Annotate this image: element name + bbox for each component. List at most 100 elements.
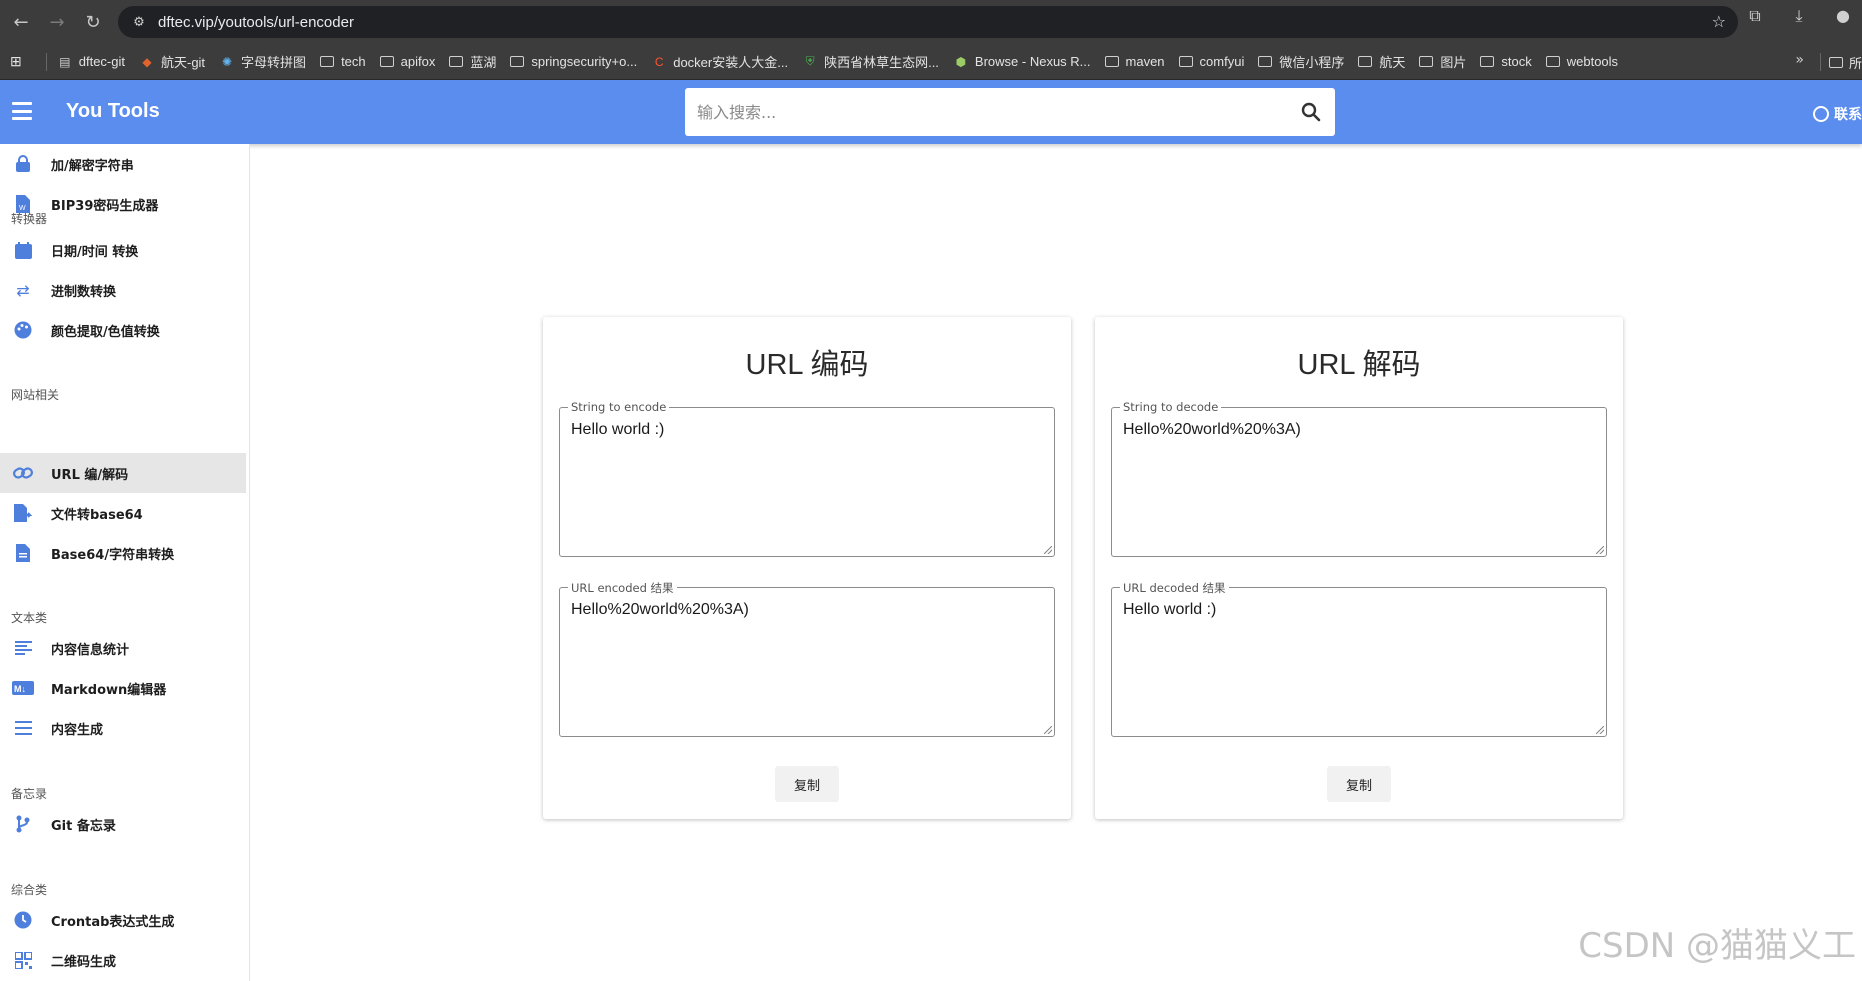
bookmark-0[interactable]: ▤ dftec-git	[57, 54, 125, 69]
folder-icon	[1104, 56, 1119, 67]
gitlab-icon: ◆	[142, 54, 152, 69]
other-bookmarks-folder[interactable]: 所	[1812, 44, 1862, 80]
folder-icon	[1178, 56, 1193, 67]
section-title-misc: 综合类	[11, 883, 48, 897]
bookmark-11[interactable]: comfyui	[1178, 54, 1244, 69]
swap-icon: ⇄	[16, 280, 30, 300]
sidebar-item-text-stats[interactable]: 内容信息统计	[0, 628, 246, 668]
bookmark-label: 航天	[1379, 55, 1406, 70]
app-header: You Tools 联系	[0, 80, 1862, 144]
apps-icon[interactable]: ⊞	[10, 53, 22, 70]
download-icon[interactable]: ⤓	[1788, 6, 1810, 26]
bookmark-6[interactable]: springsecurity+o...	[510, 54, 637, 69]
sidebar-item-crontab[interactable]: Crontab表达式生成	[0, 900, 246, 940]
lock-icon	[12, 153, 34, 175]
folder-icon	[1358, 56, 1373, 67]
more-bookmarks-button[interactable]: »	[1795, 52, 1804, 68]
bookmark-7[interactable]: Cdocker安装人大金...	[651, 52, 788, 71]
bookmark-9[interactable]: ⬢ Browse - Nexus R...	[953, 54, 1091, 69]
folder-icon	[1545, 56, 1560, 67]
extensions-icon[interactable]: ⧉	[1744, 6, 1766, 26]
resize-handle-icon[interactable]	[1596, 546, 1604, 554]
bookmark-14[interactable]: 图片	[1419, 52, 1466, 71]
string-to-decode-value[interactable]: Hello%20world%20%3A)	[1123, 421, 1301, 439]
string-to-decode-field[interactable]: String to decode Hello%20world%20%3A)	[1111, 400, 1607, 557]
palette-icon	[12, 319, 34, 341]
sidebar-item-markdown[interactable]: M↓ Markdown编辑器	[0, 668, 246, 708]
sidebar-item-url-encode[interactable]: URL 编/解码	[0, 453, 246, 493]
bookmark-label: 蓝湖	[470, 55, 497, 70]
bookmark-label: apifox	[400, 54, 436, 69]
resize-handle-icon[interactable]	[1044, 726, 1052, 734]
page-icon: ▤	[59, 54, 71, 69]
encode-copy-button[interactable]: 复制	[775, 766, 839, 802]
clock-icon	[12, 909, 34, 931]
bookmark-15[interactable]: stock	[1480, 54, 1532, 69]
sidebar-item-qrcode[interactable]: 二维码生成	[0, 940, 246, 980]
decode-copy-button[interactable]: 复制	[1327, 766, 1391, 802]
sidebar-item-content-gen[interactable]: 内容生成	[0, 708, 246, 748]
url-decoded-result-field[interactable]: URL decoded 结果 Hello world :)	[1111, 580, 1607, 737]
bookmark-8[interactable]: ⛨ 陕西省林草生态网...	[802, 52, 939, 71]
app-title[interactable]: You Tools	[66, 100, 160, 123]
bookmark-10[interactable]: maven	[1104, 54, 1165, 69]
url-encoded-result-value[interactable]: Hello%20world%20%3A)	[571, 601, 749, 619]
url-decoded-result-value[interactable]: Hello world :)	[1123, 601, 1216, 619]
file-export-icon	[12, 502, 34, 524]
bookmark-label: 微信小程序	[1279, 55, 1345, 70]
sidebar-item-datetime[interactable]: 日期/时间 转换	[0, 230, 246, 270]
folder-icon	[449, 56, 464, 67]
markdown-icon: M↓	[12, 677, 34, 699]
back-button[interactable]: ←	[6, 7, 36, 37]
sidebar-item-encrypt-string[interactable]: 加/解密字符串	[0, 144, 246, 184]
section-title-web: 网站相关	[11, 388, 60, 402]
section-title-converters: 转换器	[11, 212, 48, 226]
string-to-encode-field[interactable]: String to encode Hello world :)	[559, 400, 1055, 557]
search-input[interactable]	[685, 88, 1265, 136]
string-to-encode-value[interactable]: Hello world :)	[571, 421, 664, 439]
forward-button[interactable]: →	[42, 7, 72, 37]
bookmark-star-icon[interactable]: ☆	[1712, 12, 1726, 31]
url-decode-card: URL 解码 String to decode Hello%20world%20…	[1095, 317, 1623, 819]
sidebar-item-color[interactable]: 颜色提取/色值转换	[0, 310, 246, 350]
search-box	[685, 88, 1335, 136]
search-icon[interactable]	[1301, 102, 1321, 122]
string-to-decode-label: String to decode	[1120, 400, 1222, 414]
site-info-icon[interactable]: ⚙	[130, 13, 148, 31]
bookmark-12[interactable]: 微信小程序	[1258, 52, 1344, 71]
url-encoded-result-field[interactable]: URL encoded 结果 Hello%20world%20%3A)	[559, 580, 1055, 737]
bookmark-label: 字母转拼图	[241, 55, 307, 70]
sidebar-item-base64-string[interactable]: Base64/字符串转换	[0, 533, 246, 573]
sidebar-item-radix[interactable]: ⇄ 进制数转换	[0, 270, 246, 310]
bookmark-2[interactable]: ✺ 字母转拼图	[219, 52, 306, 71]
bookmark-5[interactable]: 蓝湖	[449, 52, 496, 71]
sidebar-item-git-memo[interactable]: Git 备忘录	[0, 804, 246, 844]
bookmark-4[interactable]: apifox	[379, 54, 436, 69]
bookmark-label: 图片	[1440, 55, 1467, 70]
resize-handle-icon[interactable]	[1596, 726, 1604, 734]
url-text[interactable]: dftec.vip/youtools/url-encoder	[158, 14, 354, 31]
encode-card-title: URL 编码	[745, 349, 869, 381]
git-branch-icon	[12, 813, 34, 835]
bookmarks-bar: ⊞ ▤ dftec-git ◆ 航天-git ✺ 字母转拼图 tech apifox 蓝湖 spr…	[0, 44, 1862, 80]
svg-text:M↓: M↓	[14, 684, 26, 694]
bookmark-label: webtools	[1566, 54, 1619, 69]
sidebar-item-file-base64[interactable]: 文件转base64	[0, 493, 246, 533]
profile-icon[interactable]: ●	[1832, 6, 1854, 26]
contact-link[interactable]: 联系	[1813, 104, 1862, 124]
bookmark-1[interactable]: ◆ 航天-git	[139, 52, 205, 71]
list-icon	[12, 717, 34, 739]
resize-handle-icon[interactable]	[1044, 546, 1052, 554]
reload-button[interactable]: ↻	[78, 7, 108, 37]
address-bar[interactable]: ⚙ dftec.vip/youtools/url-encoder ☆	[118, 6, 1738, 38]
hamburger-menu-icon[interactable]	[12, 102, 32, 120]
bookmark-3[interactable]: tech	[320, 54, 366, 69]
folder-icon	[510, 56, 525, 67]
section-title-text: 文本类	[11, 611, 48, 625]
bookmarks-separator	[45, 52, 47, 71]
shield-icon: ⛨	[805, 54, 815, 68]
calendar-icon	[12, 239, 34, 261]
bookmark-13[interactable]: 航天	[1358, 52, 1405, 71]
sidebar: 加/解密字符串 W BIP39密码生成器 转换器 日期/时间 转换 ⇄ 进制数转…	[0, 144, 250, 981]
bookmark-16[interactable]: webtools	[1545, 54, 1619, 69]
